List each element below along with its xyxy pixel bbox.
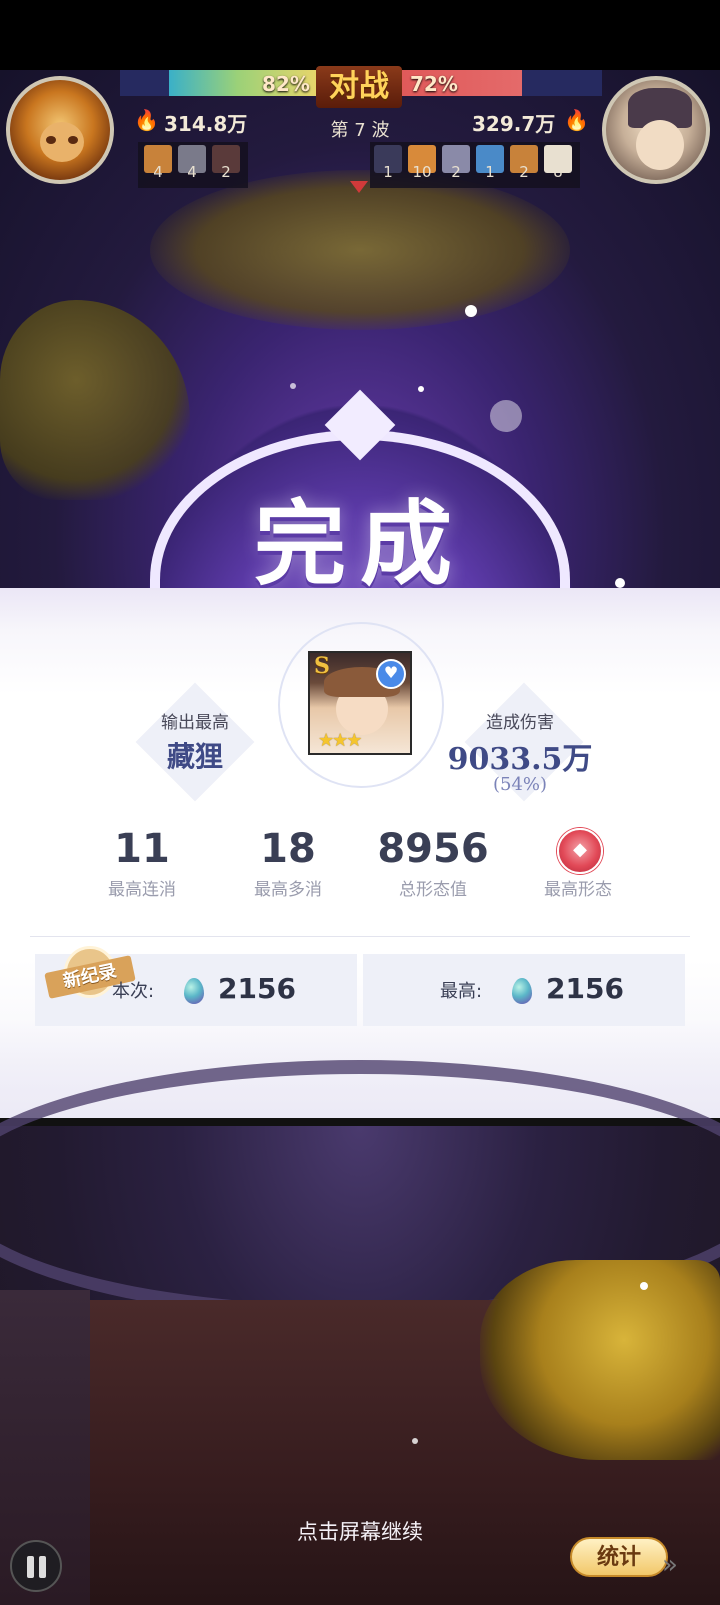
opponent-power: 329.7万 (472, 112, 556, 136)
unit-count: 2 (221, 163, 231, 181)
sparkle (640, 1282, 648, 1290)
player-power: 314.8万 (164, 112, 248, 136)
gold-pile-back (150, 170, 570, 330)
flame-icon: 🔥 (134, 108, 159, 132)
pause-icon (27, 1556, 34, 1578)
top-output-hero-name: 藏狸 (166, 740, 223, 773)
heart-icon: ♥ (376, 659, 406, 689)
unit-count: 2 (519, 163, 529, 181)
unit-count: 1 (383, 163, 393, 181)
best-score-label: 最高: (440, 981, 483, 1002)
sparkle (490, 400, 522, 432)
player-hp-percent: 82% (262, 72, 310, 96)
rank-s-badge: S (314, 653, 330, 679)
unit-count: 8 (553, 163, 563, 181)
top-output-label: 输出最高 (161, 713, 229, 733)
pause-button[interactable] (10, 1540, 62, 1592)
sparkle (418, 386, 424, 392)
unit-count: 10 (412, 163, 432, 181)
damage-value: 9033.5万 (447, 742, 593, 777)
egg-icon (184, 978, 204, 1004)
unit-count: 2 (451, 163, 461, 181)
pause-icon (39, 1556, 46, 1578)
stat-max-combo-value: 11 (114, 826, 170, 872)
stat-top-form-label: 最高形态 (544, 880, 612, 900)
best-score-value: 2156 (546, 972, 624, 1005)
stat-max-multi-value: 18 (260, 826, 316, 872)
flame-icon: 🔥 (564, 108, 589, 132)
unit-count: 4 (153, 163, 163, 181)
vs-badge: 对战 (316, 66, 402, 108)
current-score-label: 本次: (112, 981, 155, 1002)
wave-label: 第 7 波 (330, 120, 390, 141)
current-score-value: 2156 (218, 972, 296, 1005)
stats-button[interactable]: 统计 (570, 1537, 668, 1577)
opponent-hp-percent: 72% (410, 72, 458, 96)
sparkle (412, 1438, 418, 1444)
sparkle (465, 305, 477, 317)
mask-icon: ◆ (557, 828, 603, 874)
hero-stars: ★★★ (318, 730, 362, 751)
unit-count: 4 (187, 163, 197, 181)
unit-count: 1 (485, 163, 495, 181)
stat-max-combo-label: 最高连消 (108, 880, 176, 900)
player-avatar (6, 76, 114, 184)
hero-portrait[interactable]: S ♥ ★★★ (308, 651, 412, 755)
egg-icon (512, 978, 532, 1004)
section-divider (30, 936, 690, 937)
stat-max-multi-label: 最高多消 (254, 880, 322, 900)
damage-label: 造成伤害 (486, 713, 554, 733)
position-pointer-icon (350, 181, 368, 193)
status-bar-area (0, 0, 720, 70)
stat-total-form-value: 8956 (377, 826, 489, 872)
battle-result-screen[interactable]: 完成 82% 72% 对战 第 7 波 🔥 314.8万 329.7万 🔥 4 … (0, 0, 720, 1605)
stat-total-form-label: 总形态值 (399, 880, 467, 900)
fast-forward-icon[interactable]: » (662, 1550, 678, 1580)
opponent-avatar (602, 76, 710, 184)
sparkle (290, 383, 296, 389)
complete-title: 完成 (253, 490, 466, 598)
gold-pile-right (480, 1260, 720, 1460)
damage-percent: (54%) (492, 774, 548, 795)
